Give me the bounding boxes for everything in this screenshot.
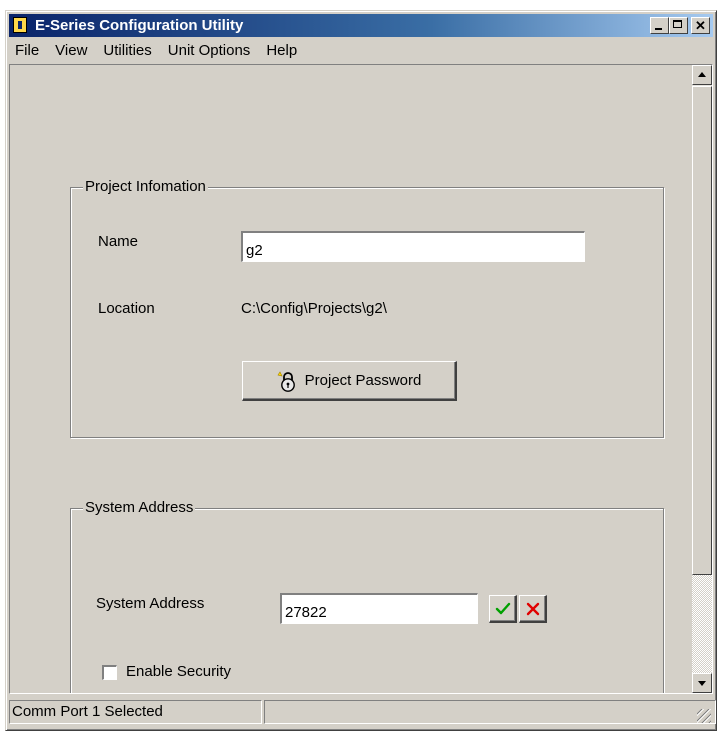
resize-grip-icon[interactable] bbox=[697, 709, 711, 723]
location-label: Location bbox=[98, 300, 155, 317]
enable-security-label[interactable]: Enable Security bbox=[126, 663, 231, 681]
vertical-scrollbar[interactable] bbox=[692, 65, 712, 693]
scroll-content: Project Infomation Name Location C:\Conf… bbox=[10, 65, 690, 693]
project-password-button[interactable]: Project Password bbox=[242, 361, 457, 401]
down-arrow-icon bbox=[698, 681, 706, 686]
minimize-icon bbox=[655, 28, 662, 30]
project-information-legend: Project Infomation bbox=[83, 178, 208, 196]
menu-help[interactable]: Help bbox=[258, 41, 305, 61]
title-bar[interactable]: E-Series Configuration Utility ✕ bbox=[9, 14, 713, 37]
status-bar: Comm Port 1 Selected bbox=[9, 696, 716, 725]
project-information-group: Project Infomation Name Location C:\Conf… bbox=[70, 178, 664, 438]
system-address-legend: System Address bbox=[83, 499, 196, 517]
client-area: Project Infomation Name Location C:\Conf… bbox=[9, 64, 713, 694]
menu-view[interactable]: View bbox=[47, 41, 95, 61]
enable-security-checkbox[interactable] bbox=[102, 665, 117, 680]
menu-utilities[interactable]: Utilities bbox=[95, 41, 159, 61]
checkmark-icon bbox=[495, 602, 510, 614]
status-panel-secondary bbox=[264, 700, 716, 724]
name-input[interactable] bbox=[241, 231, 585, 262]
maximize-icon bbox=[673, 20, 682, 28]
scroll-up-button[interactable] bbox=[692, 65, 712, 85]
system-address-label: System Address bbox=[96, 595, 205, 612]
app-window: E-Series Configuration Utility ✕ File Vi… bbox=[5, 10, 717, 731]
cancel-address-button[interactable] bbox=[519, 595, 547, 623]
lock-icon bbox=[277, 370, 295, 392]
menu-file[interactable]: File bbox=[9, 41, 47, 61]
minimize-button[interactable] bbox=[650, 17, 669, 34]
scroll-down-button[interactable] bbox=[692, 673, 712, 693]
status-panel-comm: Comm Port 1 Selected bbox=[9, 700, 262, 724]
up-arrow-icon bbox=[698, 72, 706, 77]
window-title: E-Series Configuration Utility bbox=[35, 17, 244, 34]
location-value: C:\Config\Projects\g2\ bbox=[241, 300, 387, 317]
apply-address-button[interactable] bbox=[489, 595, 517, 623]
app-icon[interactable] bbox=[13, 17, 27, 33]
scroll-track[interactable] bbox=[692, 575, 712, 673]
x-icon bbox=[526, 602, 539, 615]
name-label: Name bbox=[98, 233, 139, 250]
scroll-thumb[interactable] bbox=[692, 86, 712, 575]
menu-unit-options[interactable]: Unit Options bbox=[160, 41, 259, 61]
close-icon: ✕ bbox=[695, 18, 706, 33]
project-password-label: Project Password bbox=[304, 372, 422, 389]
close-button[interactable]: ✕ bbox=[691, 17, 710, 34]
menu-bar: File View Utilities Unit Options Help bbox=[9, 39, 713, 63]
system-address-input[interactable] bbox=[280, 593, 478, 624]
system-address-group: System Address System Address Enable Sec… bbox=[70, 499, 664, 693]
maximize-button[interactable] bbox=[669, 17, 688, 34]
